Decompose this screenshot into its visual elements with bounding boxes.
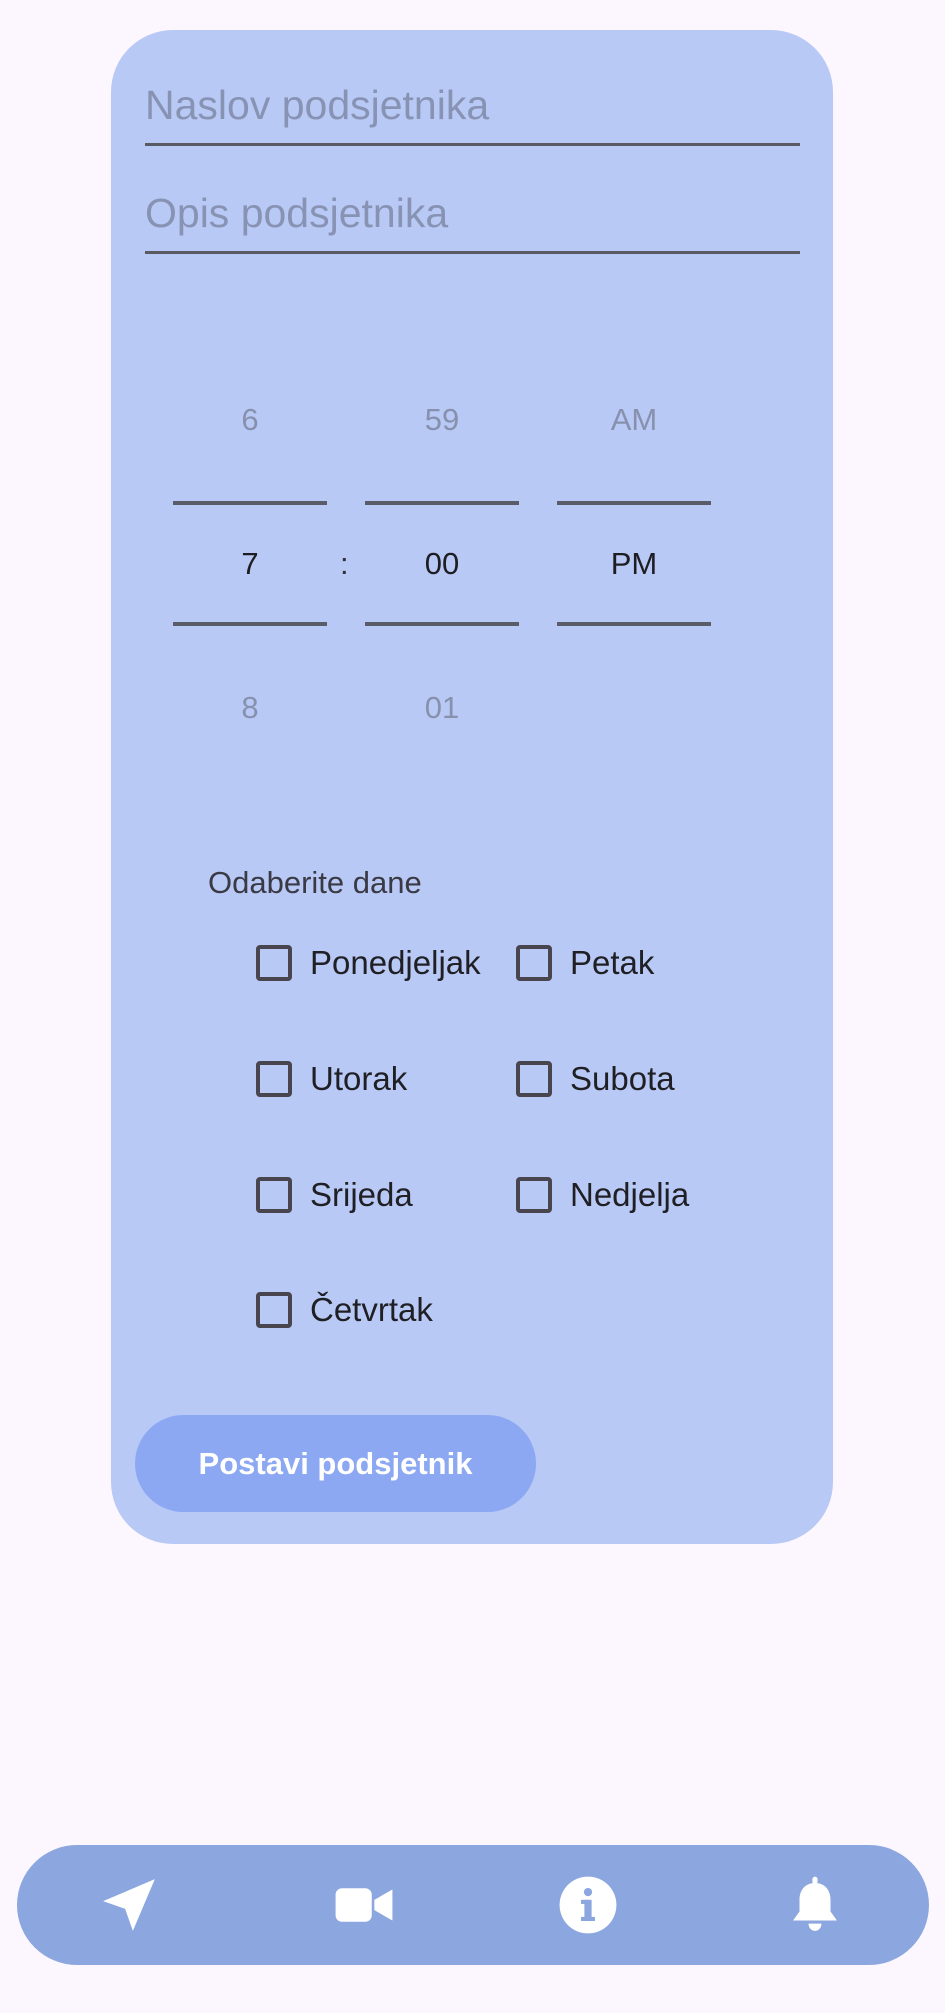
set-reminder-button[interactable]: Postavi podsjetnik xyxy=(135,1415,536,1512)
checkbox[interactable] xyxy=(256,1061,292,1097)
hour-divider-top xyxy=(173,501,327,505)
period-picker[interactable]: AM PM xyxy=(557,380,711,740)
day-checkbox-petak[interactable]: Petak xyxy=(516,938,654,988)
day-label: Utorak xyxy=(310,1060,408,1097)
hour-next-value[interactable]: 8 xyxy=(173,690,327,726)
nav-item-reminders[interactable] xyxy=(779,1869,851,1941)
reminder-description-input[interactable] xyxy=(145,190,800,254)
day-label: Četvrtak xyxy=(310,1291,433,1328)
day-label: Nedjelja xyxy=(570,1176,690,1213)
reminder-title-input[interactable] xyxy=(145,82,800,146)
days-label: Odaberite dane xyxy=(208,865,422,900)
checkbox[interactable] xyxy=(256,945,292,981)
bell-icon xyxy=(793,1876,837,1931)
nav-item-video[interactable] xyxy=(328,1869,400,1941)
hour-divider-bottom xyxy=(173,622,327,626)
navigation-arrow-icon xyxy=(103,1879,155,1931)
day-label: Petak xyxy=(570,944,655,981)
checkbox[interactable] xyxy=(516,1177,552,1213)
nav-item-info[interactable] xyxy=(552,1869,624,1941)
checkbox[interactable] xyxy=(256,1177,292,1213)
minute-next-value[interactable]: 01 xyxy=(365,690,519,726)
period-divider-top xyxy=(557,501,711,505)
period-divider-bottom xyxy=(557,622,711,626)
hour-selected-value[interactable]: 7 xyxy=(173,546,327,582)
minute-divider-bottom xyxy=(365,622,519,626)
info-icon xyxy=(559,1876,617,1934)
minute-prev-value[interactable]: 59 xyxy=(365,402,519,438)
video-camera-icon xyxy=(335,1888,393,1922)
day-checkbox-nedjelja[interactable]: Nedjelja xyxy=(516,1170,689,1220)
nav-item-location[interactable] xyxy=(93,1869,165,1941)
checkbox[interactable] xyxy=(516,945,552,981)
time-separator: : xyxy=(340,546,349,581)
day-checkbox-utorak[interactable]: Utorak xyxy=(256,1054,407,1104)
reminder-form-card xyxy=(111,30,833,1544)
day-checkbox-ponedjeljak[interactable]: Ponedjeljak xyxy=(256,938,481,988)
minute-divider-top xyxy=(365,501,519,505)
day-label: Srijeda xyxy=(310,1176,413,1213)
minute-selected-value[interactable]: 00 xyxy=(365,546,519,582)
day-label: Ponedjeljak xyxy=(310,944,481,981)
day-checkbox-subota[interactable]: Subota xyxy=(516,1054,675,1104)
period-prev-value[interactable]: AM xyxy=(557,402,711,438)
hour-prev-value[interactable]: 6 xyxy=(173,402,327,438)
period-selected-value[interactable]: PM xyxy=(557,546,711,582)
checkbox[interactable] xyxy=(256,1292,292,1328)
day-checkbox-srijeda[interactable]: Srijeda xyxy=(256,1170,413,1220)
checkbox[interactable] xyxy=(516,1061,552,1097)
hour-picker[interactable]: 6 7 8 xyxy=(173,380,327,740)
day-checkbox-cetvrtak[interactable]: Četvrtak xyxy=(256,1285,433,1335)
bottom-navigation-bar xyxy=(17,1845,929,1965)
day-label: Subota xyxy=(570,1060,675,1097)
minute-picker[interactable]: 59 00 01 xyxy=(365,380,519,740)
